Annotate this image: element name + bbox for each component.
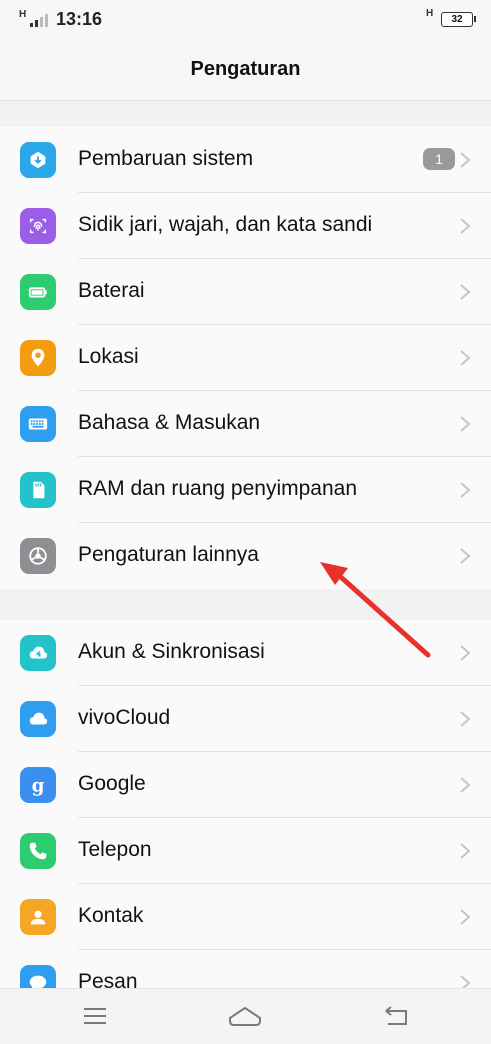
network-type: H (19, 8, 27, 20)
settings-item-label: RAM dan ruang penyimpanan (78, 477, 358, 500)
chevron-right-icon (460, 350, 471, 366)
title-bar: Pengaturan (0, 38, 491, 101)
settings-item-label: Kontak (78, 904, 144, 927)
signal-icon (30, 13, 48, 27)
chevron-right-icon (460, 218, 471, 234)
cloud-icon (20, 701, 56, 737)
fingerprint-icon (20, 208, 56, 244)
settings-item-label: vivoCloud (78, 706, 171, 729)
network-type-right: H (426, 8, 434, 19)
settings-group-system: Pembaruan sistem 1 Sidik jari, wajah, dan … (0, 127, 491, 589)
update-count-badge: 1 (423, 148, 455, 170)
status-bar: H 13:16 H 32 (0, 0, 491, 38)
chevron-right-icon (460, 777, 471, 793)
svg-text:g: g (32, 775, 45, 796)
chevron-right-icon (460, 482, 471, 498)
settings-item-baterai[interactable]: Baterai (0, 259, 491, 325)
settings-group-accounts: Akun & Sinkronisasi vivoCloud g Google Telep… (0, 620, 491, 1016)
google-icon: g (20, 767, 56, 803)
settings-item-label: Lokasi (78, 345, 139, 368)
home-icon[interactable] (225, 1001, 265, 1031)
phone-icon (20, 833, 56, 869)
status-time: 13:16 (56, 9, 103, 29)
settings-item-telepon[interactable]: Telepon (0, 818, 491, 884)
settings-item-akun-sinkronisasi[interactable]: Akun & Sinkronisasi (0, 620, 491, 686)
menu-icon[interactable] (75, 1001, 115, 1031)
settings-item-label: Telepon (78, 838, 152, 861)
back-icon[interactable] (376, 1001, 416, 1031)
settings-item-bahasa-masukan[interactable]: Bahasa & Masukan (0, 391, 491, 457)
settings-item-label: Google (78, 772, 146, 795)
chevron-right-icon (460, 909, 471, 925)
battery-level: 32 (441, 11, 476, 27)
system-update-icon (20, 142, 56, 178)
status-right: H 32 (425, 8, 476, 29)
settings-item-google[interactable]: g Google (0, 752, 491, 818)
chevron-right-icon (460, 548, 471, 564)
location-icon (20, 340, 56, 376)
settings-item-lokasi[interactable]: Lokasi (0, 325, 491, 391)
settings-item-ram-dan-ruang-penyimpanan[interactable]: RAM dan ruang penyimpanan (0, 457, 491, 523)
settings-item-label: Sidik jari, wajah, dan kata sandi (78, 213, 373, 236)
storage-icon (20, 472, 56, 508)
chevron-right-icon (460, 711, 471, 727)
settings-item-sidik-jari-wajah-dan-kata-sandi[interactable]: Sidik jari, wajah, dan kata sandi (0, 193, 491, 259)
chevron-right-icon (460, 152, 471, 168)
settings-item-label: Akun & Sinkronisasi (78, 640, 265, 663)
page-title: Pengaturan (190, 58, 301, 80)
contacts-icon (20, 899, 56, 935)
settings-item-label: Bahasa & Masukan (78, 411, 261, 434)
settings-item-pengaturan-lainnya[interactable]: Pengaturan lainnya (0, 523, 491, 589)
settings-item-pembaruan-sistem[interactable]: Pembaruan sistem 1 (0, 127, 491, 193)
status-left: H 13:16 (18, 9, 102, 30)
chevron-right-icon (460, 284, 471, 300)
chevron-right-icon (460, 645, 471, 661)
settings-item-label: Pengaturan lainnya (78, 543, 259, 566)
keyboard-icon (20, 406, 56, 442)
chevron-right-icon (460, 843, 471, 859)
more-settings-icon (20, 538, 56, 574)
battery-icon (20, 274, 56, 310)
navigation-bar (0, 988, 491, 1044)
settings-item-label: Pembaruan sistem (78, 147, 254, 170)
settings-item-vivocloud[interactable]: vivoCloud (0, 686, 491, 752)
chevron-right-icon (460, 416, 471, 432)
account-sync-icon (20, 635, 56, 671)
settings-item-kontak[interactable]: Kontak (0, 884, 491, 950)
settings-item-label: Baterai (78, 279, 145, 302)
